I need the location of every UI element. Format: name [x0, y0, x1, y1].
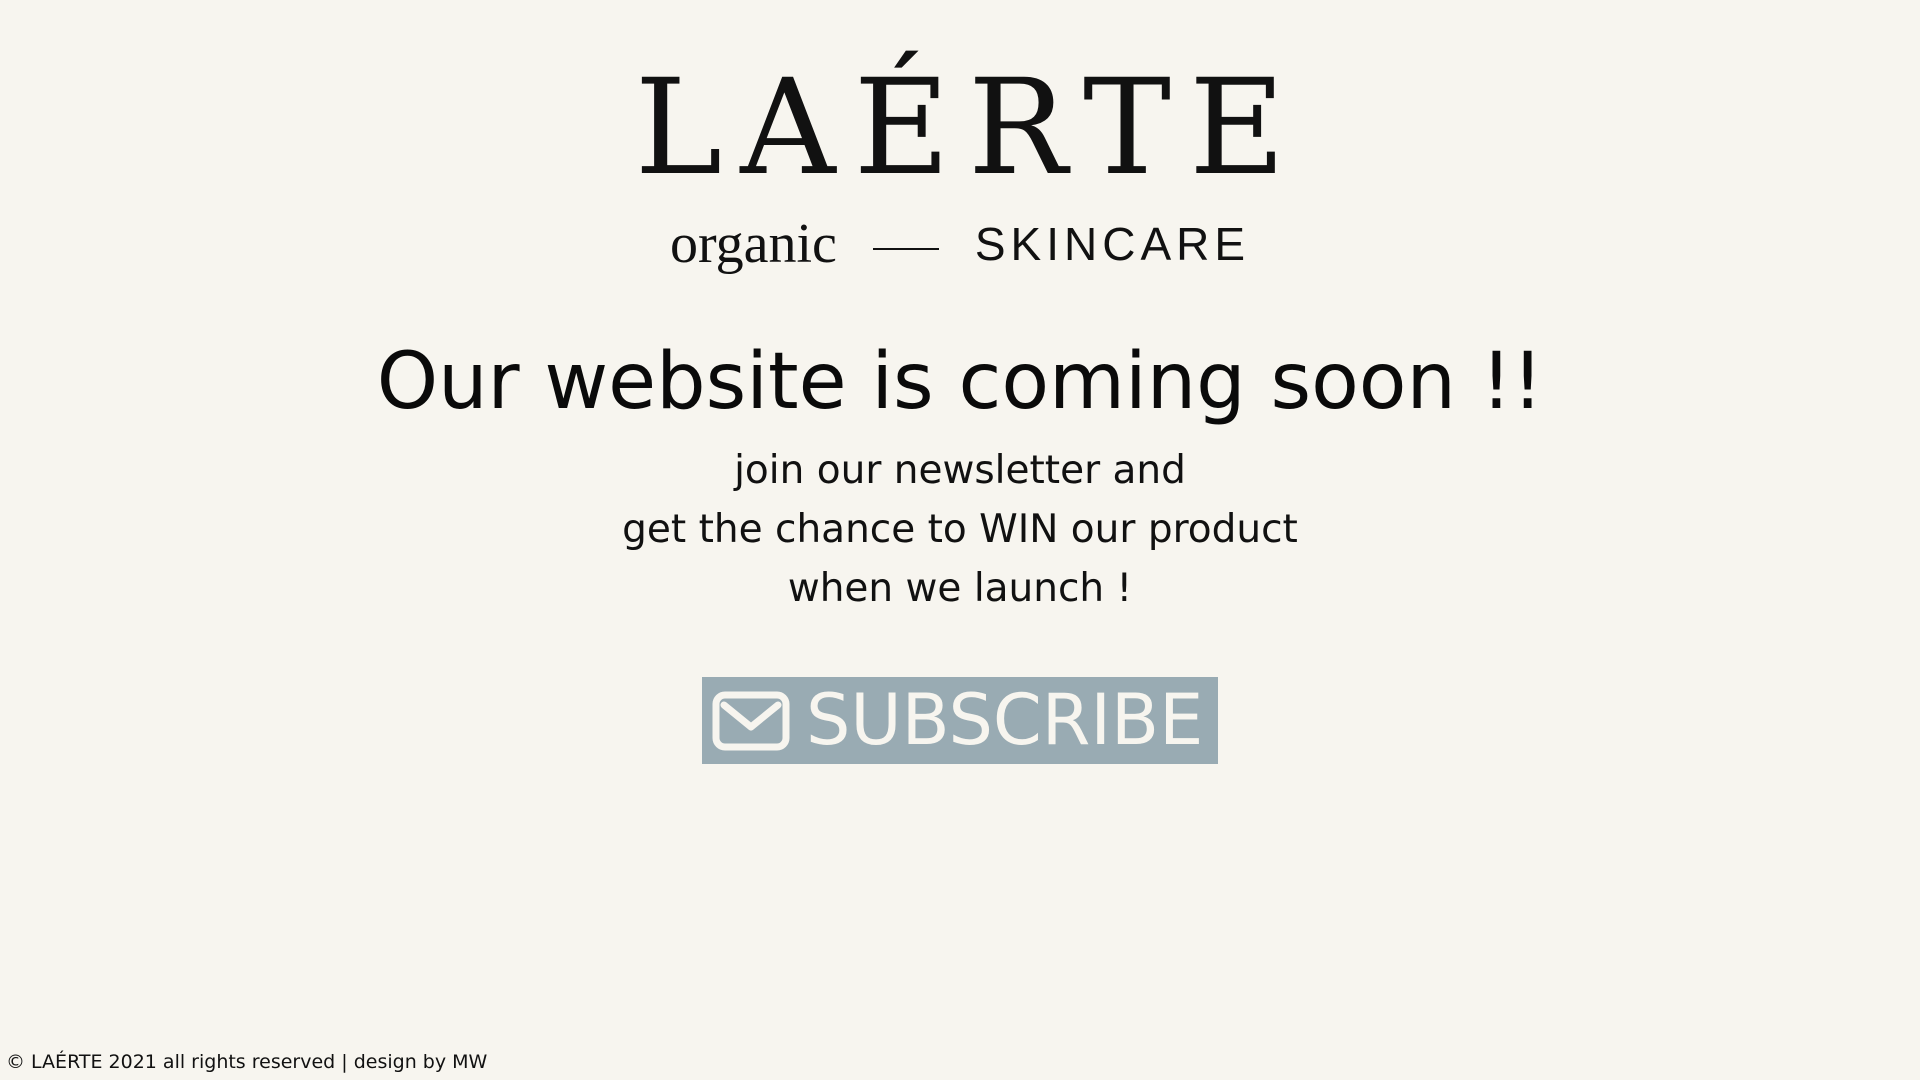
message-line: get the chance to WIN our product — [622, 507, 1298, 552]
logo-tagline-organic: organic — [669, 213, 837, 275]
message-line: join our newsletter and — [734, 448, 1186, 493]
subscribe-label: SUBSCRIBE — [806, 679, 1204, 761]
newsletter-message: join our newsletter and get the chance t… — [0, 441, 1920, 618]
logo-divider-dash — [872, 248, 939, 250]
brand-logo: LAÉRTE organic SKINCARE — [0, 62, 1920, 272]
logo-wordmark: LAÉRTE — [634, 51, 1304, 205]
logo-tagline: organic SKINCARE — [0, 216, 1920, 272]
envelope-icon — [712, 691, 790, 751]
page-headline: Our website is coming soon !! — [376, 337, 1544, 427]
coming-soon-page: LAÉRTE organic SKINCARE Our website is c… — [0, 0, 1920, 1080]
subscribe-button[interactable]: SUBSCRIBE — [702, 677, 1218, 764]
logo-tagline-skincare: SKINCARE — [974, 218, 1251, 270]
footer-copyright: © LAÉRTE 2021 all rights reserved | desi… — [6, 1051, 488, 1073]
message-line: when we launch ! — [787, 566, 1133, 611]
